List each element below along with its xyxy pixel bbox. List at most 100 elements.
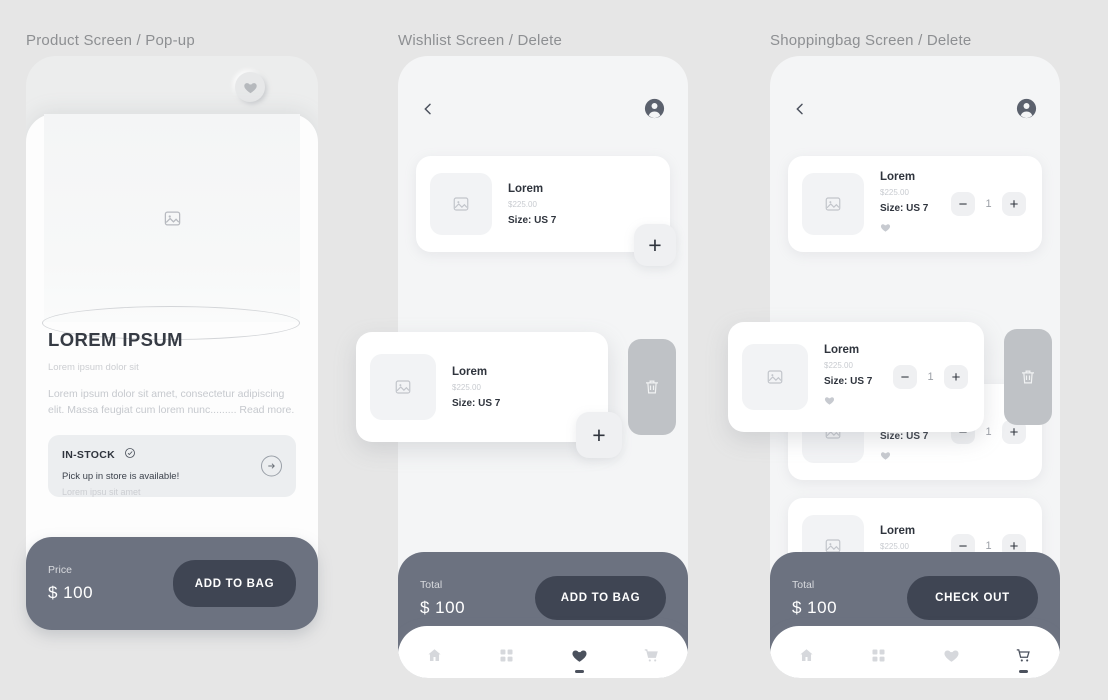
total-value: $ 100 [420,597,466,617]
product-bottom-bar: Price $ 100 ADD TO BAG [26,537,318,630]
wishlist-total-block: Total $ 100 [420,579,465,618]
item-name: Lorem [880,524,916,537]
nav-item-categories[interactable] [485,647,529,664]
quantity-decrease-button[interactable]: − [951,192,975,216]
item-meta: Lorem $225.00 Size: US 7 [452,366,500,409]
pickup-availability-text: Pick up in store is available! [62,470,180,482]
nav-item-wishlist[interactable] [929,647,973,664]
account-button[interactable] [1015,97,1038,125]
home-icon [428,648,441,661]
add-item-button[interactable]: + [634,224,676,266]
quantity-increase-button[interactable]: + [1002,192,1026,216]
image-placeholder-icon [767,370,783,384]
product-price-block: Price $ 100 [48,564,93,603]
wishlist-topbar [398,94,688,128]
heart-icon [243,82,257,93]
image-placeholder-icon [163,209,182,228]
item-thumbnail [430,173,492,235]
list-item[interactable]: Lorem $225.00 Size: US 7 + [416,156,676,266]
chevron-left-icon [796,103,803,114]
image-placeholder-icon [453,197,469,211]
list-item[interactable]: Lorem $225.00 Size: US 7 + [356,332,622,458]
cart-icon [645,648,659,662]
quantity-increase-button[interactable]: + [944,365,968,389]
add-to-bag-button[interactable]: ADD TO BAG [173,560,296,607]
heart-icon [572,650,587,662]
item-name: Lorem [824,343,860,356]
favorite-button[interactable] [880,448,928,466]
item-size: Size: US 7 [508,214,557,226]
price-label: Price [48,564,72,576]
pickup-subtext: Lorem ipsu sit amet [62,486,141,497]
item-size: Size: US 7 [452,397,501,409]
add-item-button[interactable]: + [576,412,622,458]
product-subtitle: Lorem ipsum dolor sit [48,362,139,373]
delete-item-button[interactable] [628,339,676,435]
item-meta: Lorem $225.00 Size: US 7 [508,183,556,226]
design-canvas: Product Screen / Pop-up Wishlist Screen … [0,0,1108,700]
item-price: $225.00 [880,187,909,197]
arrow-right-icon [268,462,275,469]
stock-info-card[interactable]: IN-STOCK Pick up in store is available! … [48,434,296,497]
nav-item-bag[interactable] [1002,647,1046,673]
bag-bottom-nav [770,626,1060,678]
bag-total-block: Total $ 100 [792,579,837,618]
screen-label-wishlist: Wishlist Screen / Delete [398,32,563,49]
nav-item-bag[interactable] [630,647,674,664]
back-button[interactable] [420,101,436,122]
quantity-value: 1 [985,198,992,210]
active-indicator [574,670,584,673]
bag-swiped-row: Lorem $225.00 Size: US 7 − 1 + [728,322,1060,432]
quantity-value: 1 [985,540,992,552]
account-icon [644,98,665,119]
heart-icon [880,223,891,232]
home-icon [800,648,813,661]
quantity-decrease-button[interactable]: − [893,365,917,389]
image-placeholder-icon [825,197,841,211]
item-size: Size: US 7 [880,430,929,442]
add-to-bag-button[interactable]: ADD TO BAG [535,576,666,620]
nav-item-home[interactable] [412,647,456,664]
item-thumbnail [370,354,436,420]
price-value: $ 100 [48,583,94,602]
item-thumbnail [742,344,808,410]
item-size: Size: US 7 [824,375,873,387]
item-name: Lorem [452,365,488,378]
item-name: Lorem [508,182,544,195]
item-size: Size: US 7 [880,202,929,214]
favorite-button[interactable] [235,72,265,102]
item-price: $225.00 [508,199,537,209]
item-price: $225.00 [824,360,853,370]
nav-item-home[interactable] [784,647,828,664]
product-details: LOREM IPSUM Lorem ipsum dolor sit Lorem … [26,329,318,497]
total-label: Total [792,578,815,591]
bag-topbar [770,94,1060,128]
cart-icon [1017,648,1031,662]
screen-label-product: Product Screen / Pop-up [26,32,195,49]
bag-screen-frame: Lorem $225.00 Size: US 7 − 1 + Size: US … [728,56,1060,678]
back-button[interactable] [792,101,808,122]
total-value: $ 100 [792,597,838,617]
chevron-left-icon [424,103,431,114]
check-out-button[interactable]: CHECK OUT [907,576,1038,620]
grid-icon [872,648,885,662]
product-hero-image [44,114,300,322]
item-price: $225.00 [880,541,909,551]
heart-icon [824,396,835,405]
product-description: Lorem ipsum dolor sit amet, consectetur … [48,388,295,417]
screen-label-bag: Shoppingbag Screen / Delete [770,32,972,49]
stock-arrow-button[interactable] [261,455,282,477]
favorite-button[interactable] [824,393,872,411]
wishlist-swiped-row: Lorem $225.00 Size: US 7 + [356,332,688,458]
delete-item-button[interactable] [1004,329,1052,425]
nav-item-categories[interactable] [857,647,901,664]
heart-icon [880,451,891,460]
item-name: Lorem [880,170,916,183]
favorite-button[interactable] [880,220,928,238]
nav-item-wishlist[interactable] [557,647,601,673]
table-row[interactable]: Lorem $225.00 Size: US 7 − 1 + [788,156,1042,252]
account-button[interactable] [643,97,666,125]
heart-icon [944,650,959,662]
table-row[interactable]: Lorem $225.00 Size: US 7 − 1 + [728,322,984,432]
quantity-stepper: − 1 + [951,192,1026,216]
